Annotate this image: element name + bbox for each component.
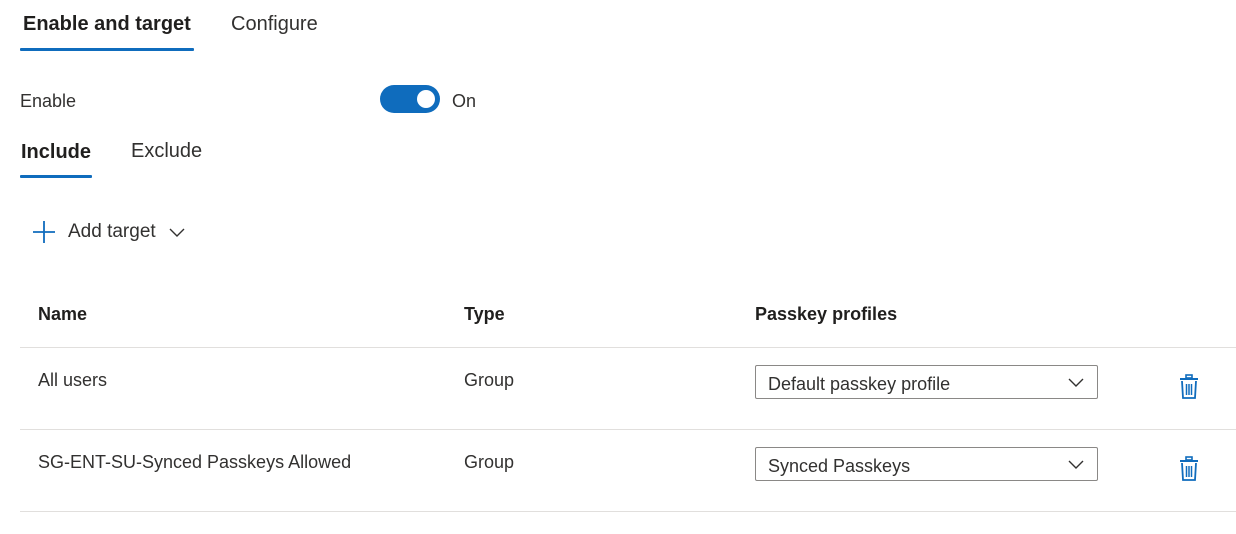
chevron-down-icon: [1068, 378, 1084, 387]
tab-exclude[interactable]: Exclude: [131, 139, 202, 163]
row-1-type: Group: [464, 370, 515, 390]
toggle-knob: [417, 90, 435, 108]
trash-icon[interactable]: [1178, 374, 1200, 400]
chevron-down-icon: [1068, 460, 1084, 469]
enable-toggle-state: On: [452, 91, 477, 111]
column-header-passkey-profiles: Passkey profiles: [755, 304, 898, 324]
row-2-name: SG-ENT-SU-Synced Passkeys Allowed: [38, 452, 352, 472]
tab-enable-and-target[interactable]: Enable and target: [23, 12, 191, 36]
enable-label: Enable: [20, 91, 77, 111]
row-1-passkey-profile-select[interactable]: Default passkey profile: [755, 365, 1098, 399]
subtab-active-indicator: [20, 175, 92, 178]
tab-active-indicator: [20, 48, 194, 51]
chevron-down-icon: [169, 228, 185, 237]
add-target-button[interactable]: Add target: [30, 215, 186, 249]
row-2-type: Group: [464, 452, 515, 472]
row-divider: [20, 429, 1236, 430]
column-header-name: Name: [38, 304, 88, 324]
authentication-method-policy-page: Enable and target Configure Enable On In…: [0, 0, 1236, 534]
table-bottom-divider: [20, 511, 1236, 512]
row-1-passkey-profile-value: Default passkey profile: [768, 374, 951, 394]
tab-include[interactable]: Include: [21, 140, 91, 164]
trash-icon[interactable]: [1178, 456, 1200, 482]
enable-toggle[interactable]: [380, 85, 440, 113]
row-1-name: All users: [38, 370, 108, 390]
row-2-passkey-profile-select[interactable]: Synced Passkeys: [755, 447, 1098, 481]
row-2-passkey-profile-value: Synced Passkeys: [768, 456, 911, 476]
column-header-type: Type: [464, 304, 505, 324]
header-divider: [20, 347, 1236, 348]
tab-configure[interactable]: Configure: [231, 12, 318, 36]
plus-icon: [33, 221, 55, 243]
add-target-label: Add target: [68, 221, 156, 242]
